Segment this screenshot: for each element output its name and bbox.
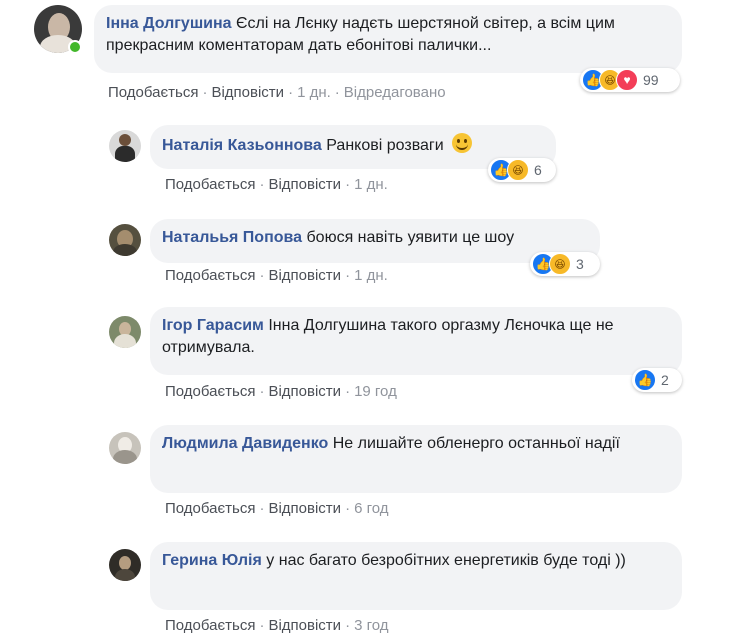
reactions-summary[interactable]: 👍 😆 6	[488, 158, 556, 182]
avatar[interactable]	[109, 316, 141, 348]
reply-comment: Натальья Попова боюся навіть уявити це ш…	[0, 212, 754, 292]
like-link[interactable]: Подобається	[165, 383, 255, 400]
like-link[interactable]: Подобається	[108, 84, 198, 101]
online-status-icon	[68, 40, 82, 54]
like-icon: 👍	[634, 369, 656, 391]
avatar[interactable]	[109, 224, 141, 256]
comment-author[interactable]: Інна Долгушина	[106, 15, 232, 32]
comment-text: боюся навіть уявити це шоу	[306, 229, 515, 246]
comment-author[interactable]: Ігор Гарасим	[162, 317, 264, 334]
reaction-count: 99	[643, 72, 659, 88]
reaction-count: 2	[661, 372, 669, 388]
comment-actions: Подобається · Відповісти · 1 дн.	[165, 176, 388, 193]
comment-actions: Подобається · Відповісти · 1 дн.	[165, 267, 388, 284]
comment-timestamp[interactable]: 6 год	[354, 500, 388, 517]
like-link[interactable]: Подобається	[165, 617, 255, 634]
comment-author[interactable]: Натальья Попова	[162, 229, 302, 246]
reply-link[interactable]: Відповісти	[268, 176, 341, 193]
reactions-summary[interactable]: 👍 😆 ♥ 99	[580, 68, 680, 92]
reply-link[interactable]: Відповісти	[268, 383, 341, 400]
reply-link[interactable]: Відповісти	[268, 617, 341, 634]
comment-timestamp[interactable]: 1 дн.	[354, 176, 388, 193]
comment-text: Ранкові розваги	[326, 137, 444, 154]
like-link[interactable]: Подобається	[165, 500, 255, 517]
avatar[interactable]	[109, 432, 141, 464]
comment-text: у нас багато безробітних енергетиків буд…	[266, 552, 626, 569]
comment-timestamp[interactable]: 3 год	[354, 617, 388, 634]
comment-timestamp[interactable]: 19 год	[354, 383, 397, 400]
comment-bubble: Герина Юлія у нас багато безробітних ене…	[150, 542, 682, 610]
reply-comment: Ігор Гарасим Інна Долгушина такого оргаз…	[0, 300, 754, 408]
comment-author[interactable]: Людмила Давиденко	[162, 435, 328, 452]
love-icon: ♥	[616, 69, 638, 91]
haha-icon: 😆	[549, 253, 571, 275]
reactions-summary[interactable]: 👍 2	[632, 368, 682, 392]
reply-link[interactable]: Відповісти	[268, 500, 341, 517]
reply-comment: Герина Юлія у нас багато безробітних ене…	[0, 535, 754, 641]
comment: Інна Долгушина Єслі на Лєнку надєть шерс…	[0, 0, 754, 110]
comment-author[interactable]: Герина Юлія	[162, 552, 262, 569]
comment-timestamp[interactable]: 1 дн.	[354, 267, 388, 284]
like-link[interactable]: Подобається	[165, 267, 255, 284]
comment-actions: Подобається · Відповісти · 19 год	[165, 383, 397, 400]
reply-comment: Людмила Давиденко Не лишайте обленерго о…	[0, 418, 754, 526]
like-link[interactable]: Подобається	[165, 176, 255, 193]
comment-text: Не лишайте обленерго останньої надії	[332, 435, 620, 452]
comment-bubble: Людмила Давиденко Не лишайте обленерго о…	[150, 425, 682, 493]
edited-label[interactable]: Відредаговано	[344, 84, 446, 101]
comment-timestamp[interactable]: 1 дн.	[297, 84, 331, 101]
haha-icon: 😆	[507, 159, 529, 181]
reply-link[interactable]: Відповісти	[268, 267, 341, 284]
comment-actions: Подобається · Відповісти · 6 год	[165, 500, 389, 517]
reaction-count: 3	[576, 256, 584, 272]
smile-emoji-icon	[452, 133, 473, 153]
comment-author[interactable]: Наталія Казьоннова	[162, 137, 322, 154]
reaction-count: 6	[534, 162, 542, 178]
reply-link[interactable]: Відповісти	[211, 84, 284, 101]
comment-bubble: Ігор Гарасим Інна Долгушина такого оргаз…	[150, 307, 682, 375]
comment-actions: Подобається · Відповісти · 1 дн. · Відредагова…	[108, 84, 446, 101]
avatar[interactable]	[109, 549, 141, 581]
reply-comment: Наталія Казьоннова Ранкові розваги 👍 😆 6…	[0, 120, 754, 200]
comment-bubble: Інна Долгушина Єслі на Лєнку надєть шерс…	[94, 5, 682, 73]
reactions-summary[interactable]: 👍 😆 3	[530, 252, 600, 276]
comment-actions: Подобається · Відповісти · 3 год	[165, 617, 389, 634]
avatar[interactable]	[109, 130, 141, 162]
